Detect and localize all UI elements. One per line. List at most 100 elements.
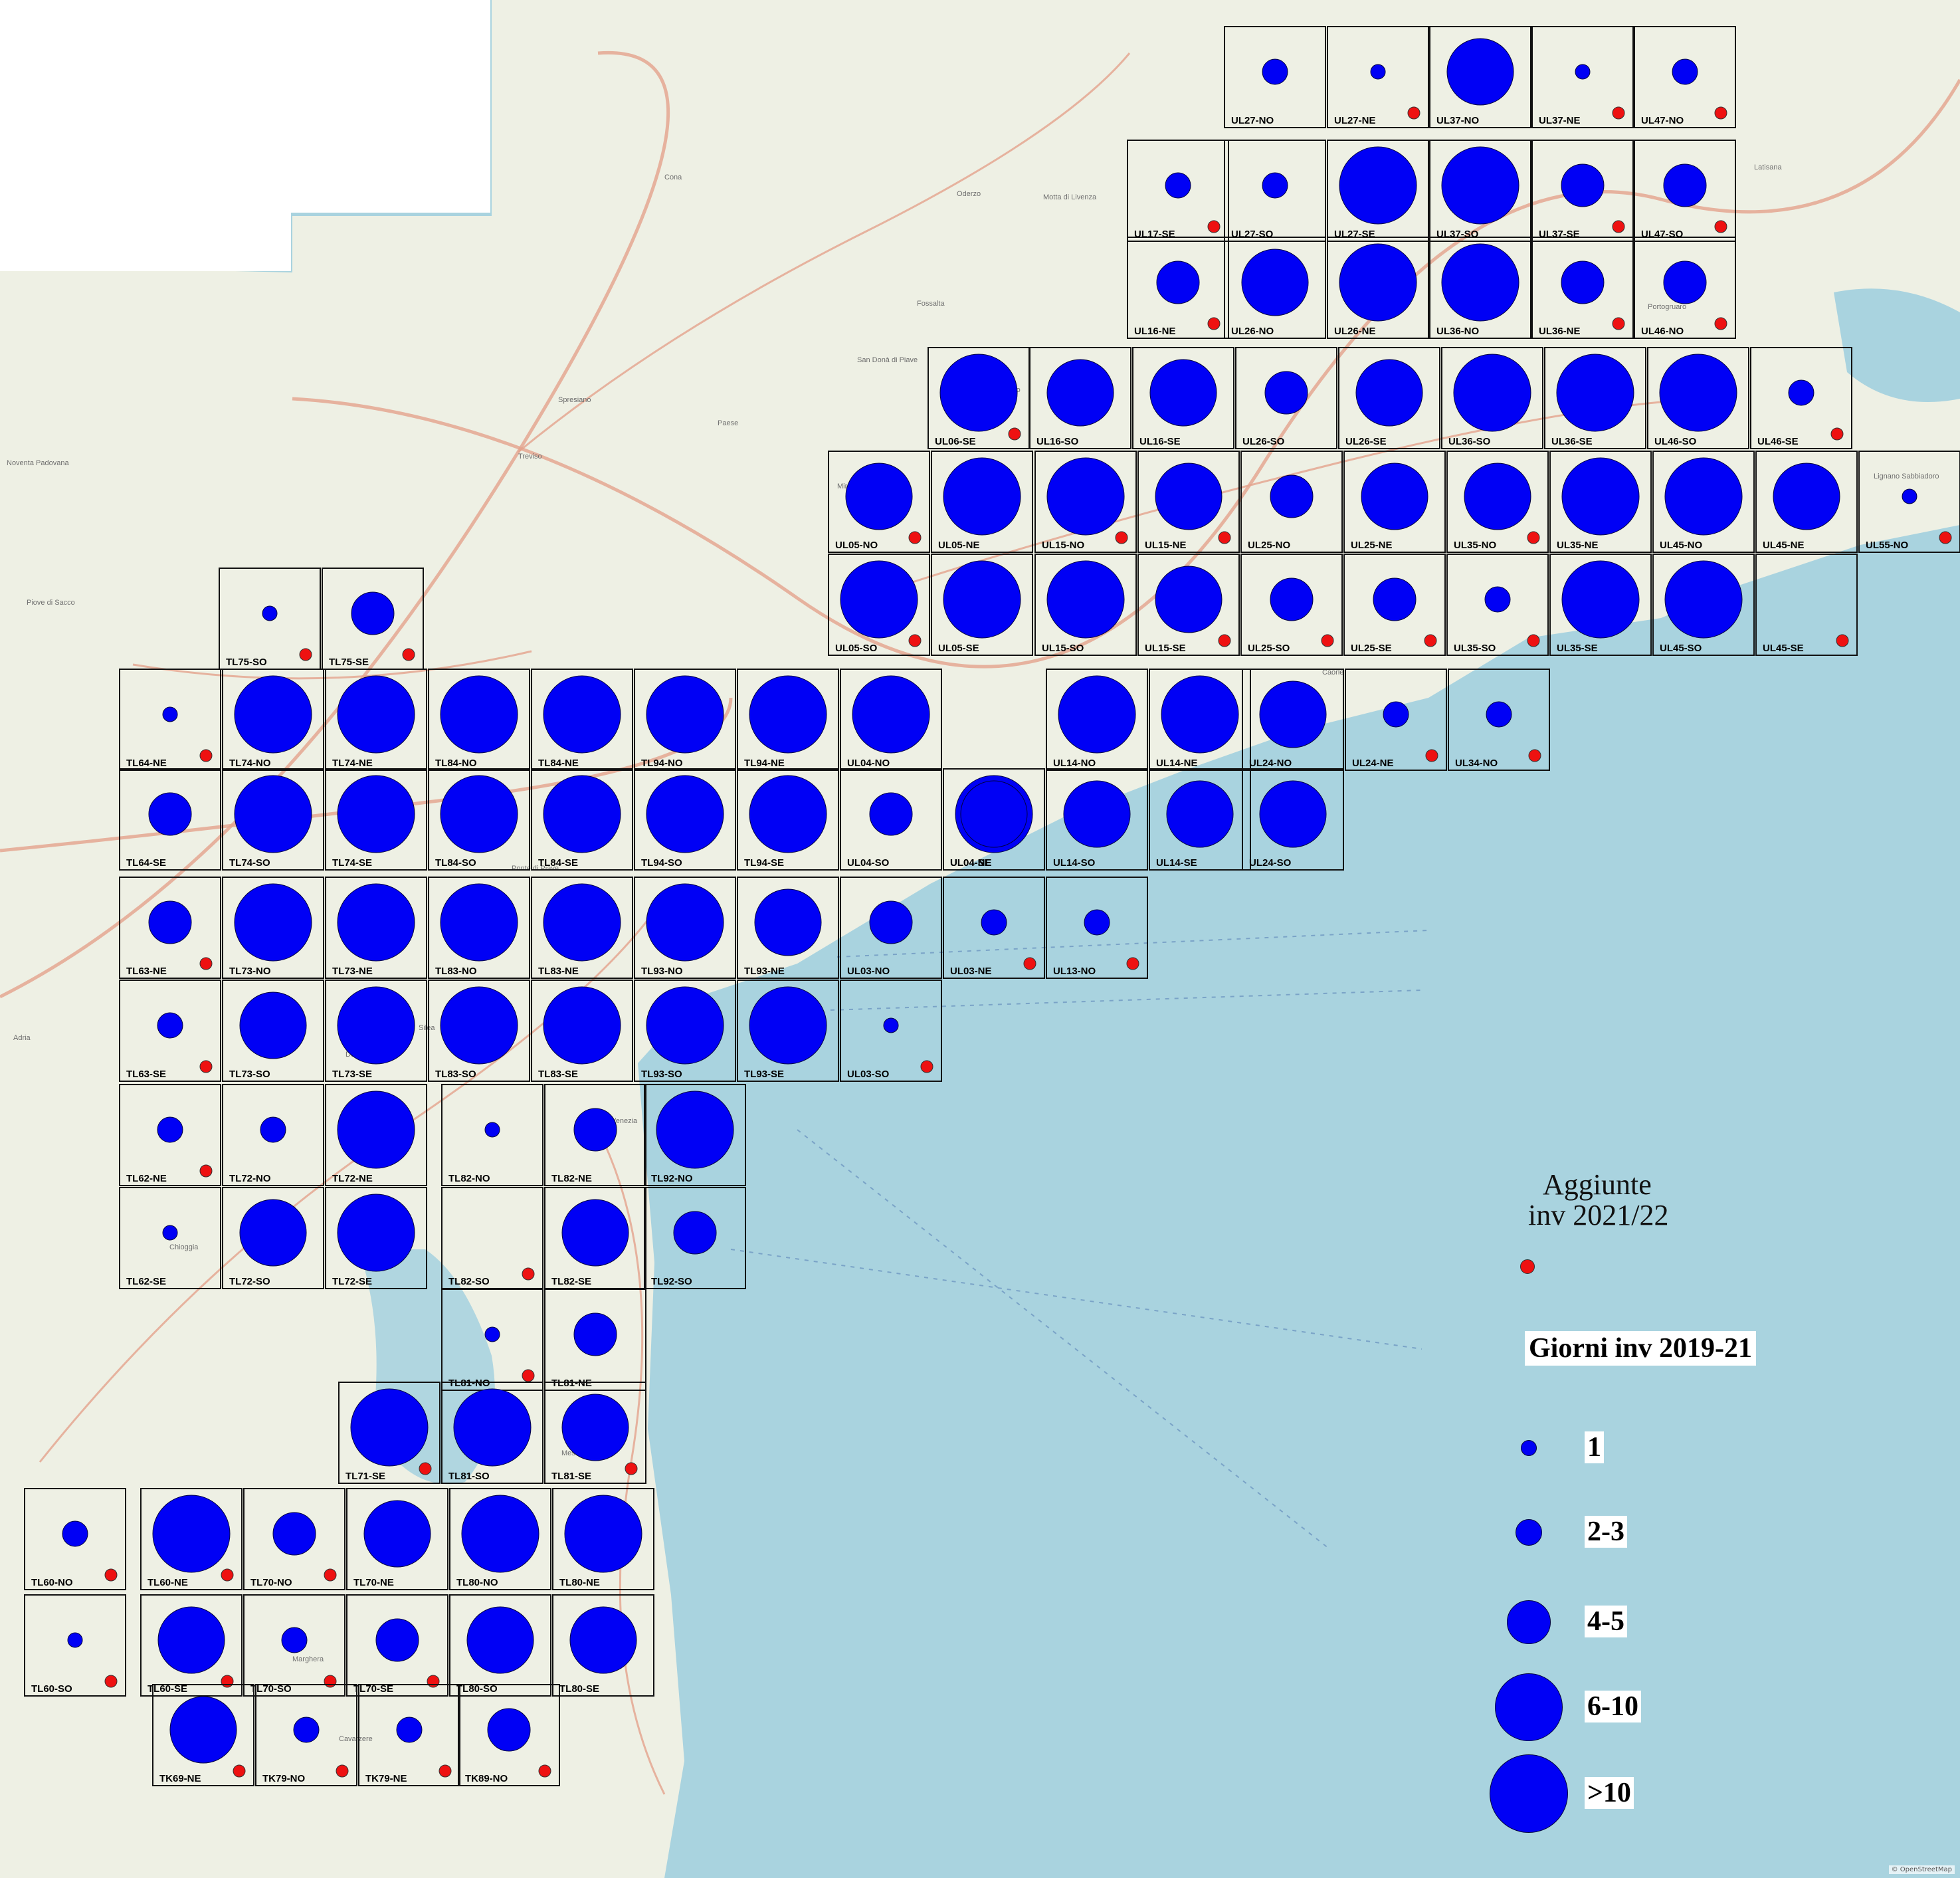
legend-added-title-line1: Aggiunte bbox=[1543, 1168, 1652, 1201]
cell-label: TL60-SO bbox=[31, 1683, 72, 1695]
days-dot bbox=[573, 1108, 617, 1152]
added-dot bbox=[1218, 634, 1231, 647]
added-dot bbox=[199, 749, 213, 762]
cell-label: UL36-SE bbox=[1551, 436, 1593, 447]
days-dot bbox=[260, 1116, 286, 1143]
added-dot bbox=[199, 957, 213, 970]
atlas-map: TrevisoOderzoMotta di LivenzaConcordiaLa… bbox=[0, 0, 1960, 1878]
cell-label: TL93-NE bbox=[744, 966, 785, 977]
cell-label: UL37-NE bbox=[1539, 115, 1581, 126]
cell-label: TK69-NE bbox=[159, 1773, 201, 1784]
cell-label: UL25-NE bbox=[1351, 540, 1393, 551]
cell-label: UL45-SE bbox=[1763, 643, 1804, 654]
days-dot bbox=[1453, 354, 1531, 432]
days-dot bbox=[1262, 172, 1288, 199]
cell-label: UL16-SE bbox=[1139, 436, 1181, 447]
days-dot bbox=[754, 888, 822, 956]
cell-label: TL74-SO bbox=[229, 857, 270, 869]
days-dot bbox=[350, 1388, 429, 1467]
map-attribution: © OpenStreetMap bbox=[1888, 1865, 1955, 1874]
cell-label: UL14-SO bbox=[1053, 857, 1096, 869]
added-dot bbox=[1218, 531, 1231, 544]
days-dot bbox=[337, 775, 415, 853]
cell-label: TL82-SE bbox=[551, 1276, 591, 1287]
cell-label: TL80-SE bbox=[559, 1683, 599, 1695]
days-dot bbox=[883, 1017, 899, 1033]
days-dot bbox=[1561, 457, 1640, 536]
cell-label: UL46-NO bbox=[1641, 326, 1684, 337]
added-dot bbox=[522, 1267, 535, 1281]
days-dot bbox=[1046, 359, 1114, 427]
days-dot bbox=[234, 883, 312, 962]
days-dot bbox=[646, 986, 724, 1065]
added-dot bbox=[1714, 317, 1727, 330]
cell-label: UL35-SO bbox=[1454, 643, 1496, 654]
cell-label: TL72-NO bbox=[229, 1173, 271, 1184]
cell-label: UL34-NO bbox=[1455, 758, 1498, 769]
days-dot bbox=[337, 1194, 415, 1272]
cell-label: TL62-SE bbox=[126, 1276, 166, 1287]
cell-label: UL25-NO bbox=[1248, 540, 1291, 551]
added-dot bbox=[1424, 634, 1437, 647]
days-dot bbox=[1046, 560, 1125, 639]
cell-label: TL81-NE bbox=[551, 1378, 592, 1389]
days-dot bbox=[561, 1199, 629, 1267]
added-dot bbox=[625, 1462, 638, 1475]
days-dot bbox=[1149, 359, 1217, 427]
days-dot bbox=[1165, 172, 1191, 199]
cell-label: TL64-NE bbox=[126, 758, 167, 769]
days-dot bbox=[1464, 463, 1531, 530]
days-dot bbox=[852, 675, 930, 754]
added-dot bbox=[1527, 634, 1540, 647]
cell-label: UL15-NO bbox=[1042, 540, 1085, 551]
map-canvas: TrevisoOderzoMotta di LivenzaConcordiaLa… bbox=[0, 0, 1960, 1878]
days-dot bbox=[1264, 371, 1308, 415]
added-dot bbox=[336, 1764, 349, 1778]
days-dot bbox=[1241, 249, 1309, 316]
days-dot bbox=[281, 1627, 308, 1653]
days-dot bbox=[564, 1495, 642, 1573]
days-dot bbox=[351, 591, 395, 635]
cell-label: UL47-NO bbox=[1641, 115, 1684, 126]
days-dot bbox=[1156, 261, 1200, 304]
days-dot bbox=[1659, 354, 1737, 432]
cell-label: UL35-NE bbox=[1557, 540, 1599, 551]
added-dot bbox=[1714, 220, 1727, 233]
cell-label: TK79-NE bbox=[365, 1773, 407, 1784]
days-dot bbox=[157, 1606, 225, 1674]
legend-class-label: 2-3 bbox=[1585, 1516, 1627, 1548]
days-dot bbox=[1259, 780, 1327, 848]
cell-label: UL24-SO bbox=[1249, 857, 1292, 869]
added-dot bbox=[1830, 427, 1844, 441]
cell-label: UL46-SO bbox=[1654, 436, 1697, 447]
cell-label: TL73-NE bbox=[332, 966, 373, 977]
added-dot bbox=[1023, 957, 1036, 970]
cell-label: TL64-SE bbox=[126, 857, 166, 869]
cell-label: TL81-SO bbox=[448, 1471, 490, 1482]
cell-label: TL92-NO bbox=[651, 1173, 693, 1184]
days-dot bbox=[1575, 64, 1591, 80]
cell-label: TL94-SO bbox=[641, 857, 682, 869]
days-dot bbox=[543, 775, 621, 853]
cell-label: UL37-SE bbox=[1539, 229, 1580, 240]
days-dot bbox=[148, 792, 192, 836]
cell-label: UL17-SE bbox=[1134, 229, 1175, 240]
days-dot bbox=[157, 1116, 183, 1143]
cell-label: TL60-NO bbox=[31, 1577, 73, 1588]
cell-label: UL36-SO bbox=[1448, 436, 1491, 447]
place-label: Lignano Sabbiadoro bbox=[1874, 472, 1939, 480]
cell-label: UL14-NE bbox=[1156, 758, 1198, 769]
cell-label: TL60-NE bbox=[147, 1577, 188, 1588]
cell-label: UL27-NO bbox=[1231, 115, 1274, 126]
days-dot bbox=[939, 354, 1018, 432]
place-label: Noventa Padovana bbox=[7, 459, 69, 467]
days-dot bbox=[440, 775, 518, 853]
cell-label: UL05-NE bbox=[938, 540, 980, 551]
days-dot bbox=[1672, 58, 1698, 85]
cell-label: UL26-NE bbox=[1334, 326, 1376, 337]
cell-label: TL74-SE bbox=[332, 857, 372, 869]
added-dot bbox=[1321, 634, 1334, 647]
cell-label: UL04-SE bbox=[950, 857, 991, 869]
place-label: Portogruaro bbox=[1648, 303, 1686, 311]
cell-label: UL16-NE bbox=[1134, 326, 1176, 337]
